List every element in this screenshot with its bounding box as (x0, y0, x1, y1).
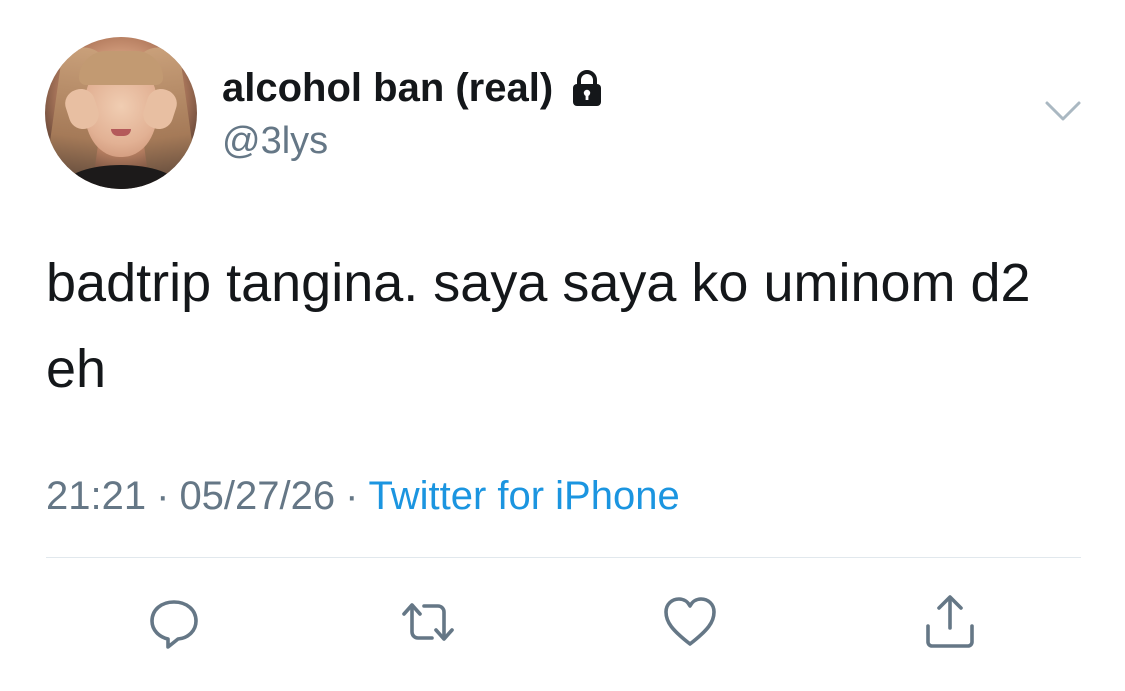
display-name-row[interactable]: alcohol ban (real) (222, 62, 607, 114)
meta-separator: · (156, 474, 170, 518)
tweet-card: alcohol ban (real) @3lys badtrip tangina… (0, 0, 1125, 691)
tweet-text: badtrip tangina. saya saya ko uminom d2 … (46, 253, 1031, 399)
tweet-date: 05/27/26 (179, 474, 336, 518)
avatar-bangs (79, 51, 163, 85)
divider (46, 557, 1081, 558)
retweet-icon[interactable] (398, 592, 458, 652)
heart-icon[interactable] (660, 592, 720, 652)
lock-icon (573, 70, 602, 106)
display-name[interactable]: alcohol ban (real) (222, 62, 553, 114)
share-icon[interactable] (920, 592, 980, 652)
meta-separator: · (345, 474, 359, 518)
avatar[interactable] (45, 37, 197, 189)
chevron-down-icon[interactable] (1043, 96, 1083, 126)
tweet-time: 21:21 (46, 474, 147, 518)
user-handle[interactable]: @3lys (222, 117, 328, 165)
reply-icon[interactable] (144, 592, 204, 652)
tweet-source-link[interactable]: Twitter for iPhone (368, 474, 679, 518)
tweet-meta: 21:21 · 05/27/26 · Twitter for iPhone (46, 470, 680, 522)
